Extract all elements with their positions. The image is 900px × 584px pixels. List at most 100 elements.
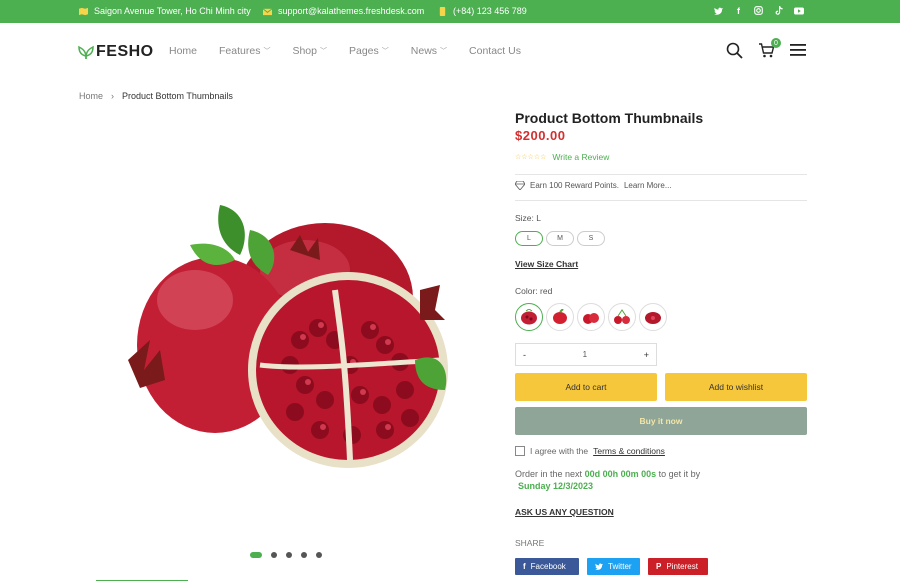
logo-text: FESHO	[96, 43, 154, 60]
chevron-down-icon: ﹀	[319, 48, 327, 55]
address-info: Saigon Avenue Tower, Ho Chi Minh city	[79, 6, 251, 16]
top-bar: Saigon Avenue Tower, Ho Chi Minh city su…	[0, 0, 900, 23]
share-twitter-button[interactable]: Twitter	[587, 558, 640, 575]
agree-text: I agree with the	[530, 446, 589, 456]
tiktok-icon[interactable]	[773, 5, 784, 16]
nav-shop[interactable]: Shop ﹀	[292, 45, 327, 57]
site-logo[interactable]: FESHO	[78, 43, 154, 61]
rating-stars: ☆☆☆☆☆	[515, 154, 547, 161]
map-icon	[79, 7, 88, 15]
thumbnail-strip[interactable]	[96, 580, 188, 584]
site-header: FESHO Home Features ﹀ Shop ﹀ Pages ﹀ News ﹀ …	[0, 23, 900, 81]
size-option-l[interactable]: L	[515, 231, 543, 246]
instagram-icon[interactable]	[753, 5, 764, 16]
cart-icon[interactable]: 0	[758, 38, 781, 60]
order-suffix: to get it by	[658, 469, 701, 479]
countdown-timer: 00d 00h 00m 00s	[584, 469, 657, 479]
product-image[interactable]	[120, 190, 460, 480]
nav-shop-label: Shop	[292, 45, 317, 57]
breadcrumb-home[interactable]: Home	[79, 91, 103, 101]
nav-news[interactable]: News ﹀	[411, 45, 447, 57]
product-title: Product Bottom Thumbnails	[515, 110, 704, 126]
color-swatch[interactable]	[608, 303, 636, 331]
gallery-dot[interactable]	[316, 552, 322, 558]
phone-text[interactable]: (+84) 123 456 789	[453, 6, 527, 16]
phone-icon	[439, 6, 446, 16]
breadcrumb: Home › Product Bottom Thumbnails	[79, 91, 233, 101]
color-swatch[interactable]	[577, 303, 605, 331]
nav-news-label: News	[410, 45, 438, 57]
gallery-dot[interactable]	[271, 552, 277, 558]
share-facebook-label: Facebook	[530, 562, 566, 571]
search-icon[interactable]	[726, 42, 744, 60]
diamond-icon	[515, 181, 525, 190]
phone-info[interactable]: (+84) 123 456 789	[438, 6, 527, 16]
email-info[interactable]: support@kalathemes.freshdesk.com	[263, 6, 424, 16]
nav-pages-label: Pages	[348, 45, 379, 57]
cart-count-badge: 0	[771, 38, 781, 48]
reward-text: Earn 100 Reward Points.	[530, 181, 619, 190]
buy-now-button[interactable]: Buy it now	[515, 407, 807, 435]
gallery-dot[interactable]	[250, 552, 262, 558]
social-links: f	[713, 5, 804, 16]
cherry-swatch-icon	[614, 309, 630, 324]
color-swatch[interactable]	[546, 303, 574, 331]
quantity-plus-button[interactable]: +	[644, 350, 649, 360]
quantity-input[interactable]: 1	[583, 350, 587, 359]
learn-more-link[interactable]: Learn More...	[624, 181, 672, 190]
size-option-s[interactable]: S	[577, 231, 605, 246]
divider	[515, 174, 807, 175]
twitter-icon	[595, 563, 603, 570]
nav-contact[interactable]: Contact Us	[469, 45, 521, 57]
add-to-cart-button[interactable]: Add to cart	[515, 373, 657, 401]
share-pinterest-button[interactable]: P Pinterest	[648, 558, 708, 575]
nav-features[interactable]: Features ﹀	[219, 45, 270, 57]
gallery-dot[interactable]	[286, 552, 292, 558]
terms-link[interactable]: Terms & conditions	[593, 446, 665, 456]
pomegranate-swatch-icon	[521, 309, 537, 325]
facebook-icon[interactable]: f	[733, 5, 744, 16]
ask-question-link[interactable]: ASK US ANY QUESTION	[515, 507, 614, 517]
fruit-swatch-icon	[553, 309, 567, 324]
reward-row: Earn 100 Reward Points. Learn More...	[515, 181, 672, 190]
nav-pages[interactable]: Pages ﹀	[349, 45, 389, 57]
size-option-m[interactable]: M	[546, 231, 574, 246]
quantity-minus-button[interactable]: -	[523, 350, 526, 360]
color-swatch[interactable]	[515, 303, 543, 331]
main-nav: Home Features ﹀ Shop ﹀ Pages ﹀ News ﹀ Contac…	[169, 45, 543, 57]
email-text[interactable]: support@kalathemes.freshdesk.com	[278, 6, 424, 16]
nav-home[interactable]: Home	[169, 45, 197, 57]
review-row: ☆☆☆☆☆ Write a Review	[515, 152, 609, 162]
color-swatch[interactable]	[639, 303, 667, 331]
breadcrumb-current: Product Bottom Thumbnails	[122, 91, 233, 101]
add-to-wishlist-button[interactable]: Add to wishlist	[665, 373, 807, 401]
nav-home-label: Home	[169, 45, 198, 57]
nav-features-label: Features	[219, 45, 261, 57]
quantity-stepper: - 1 +	[515, 343, 657, 366]
youtube-icon[interactable]	[793, 5, 804, 16]
chevron-down-icon: ﹀	[440, 48, 448, 55]
menu-icon[interactable]	[790, 42, 808, 60]
color-label: Color: red	[515, 286, 553, 296]
view-size-chart-link[interactable]: View Size Chart	[515, 259, 578, 269]
chevron-down-icon: ﹀	[263, 48, 271, 55]
envelope-icon	[263, 7, 272, 15]
chevron-down-icon: ﹀	[381, 48, 389, 55]
order-countdown: Order in the next 00d 00h 00m 00s to get…	[515, 467, 700, 481]
write-review-link[interactable]: Write a Review	[552, 152, 609, 162]
gallery-dots	[250, 552, 322, 558]
delivery-date: Sunday 12/3/2023	[518, 481, 594, 491]
pomegranate-swatch-icon	[645, 312, 661, 324]
leaf-logo-icon	[78, 45, 94, 59]
fruit-swatch-icon	[583, 313, 599, 324]
share-facebook-button[interactable]: f Facebook	[515, 558, 579, 575]
header-actions: 0	[726, 38, 808, 60]
share-label: SHARE	[515, 538, 545, 548]
divider	[515, 200, 807, 201]
order-prefix: Order in the next	[515, 469, 583, 479]
twitter-icon[interactable]	[713, 5, 724, 16]
terms-checkbox[interactable]	[515, 446, 525, 456]
gallery-dot[interactable]	[301, 552, 307, 558]
address-text: Saigon Avenue Tower, Ho Chi Minh city	[94, 6, 251, 16]
product-price: $200.00	[515, 128, 566, 143]
